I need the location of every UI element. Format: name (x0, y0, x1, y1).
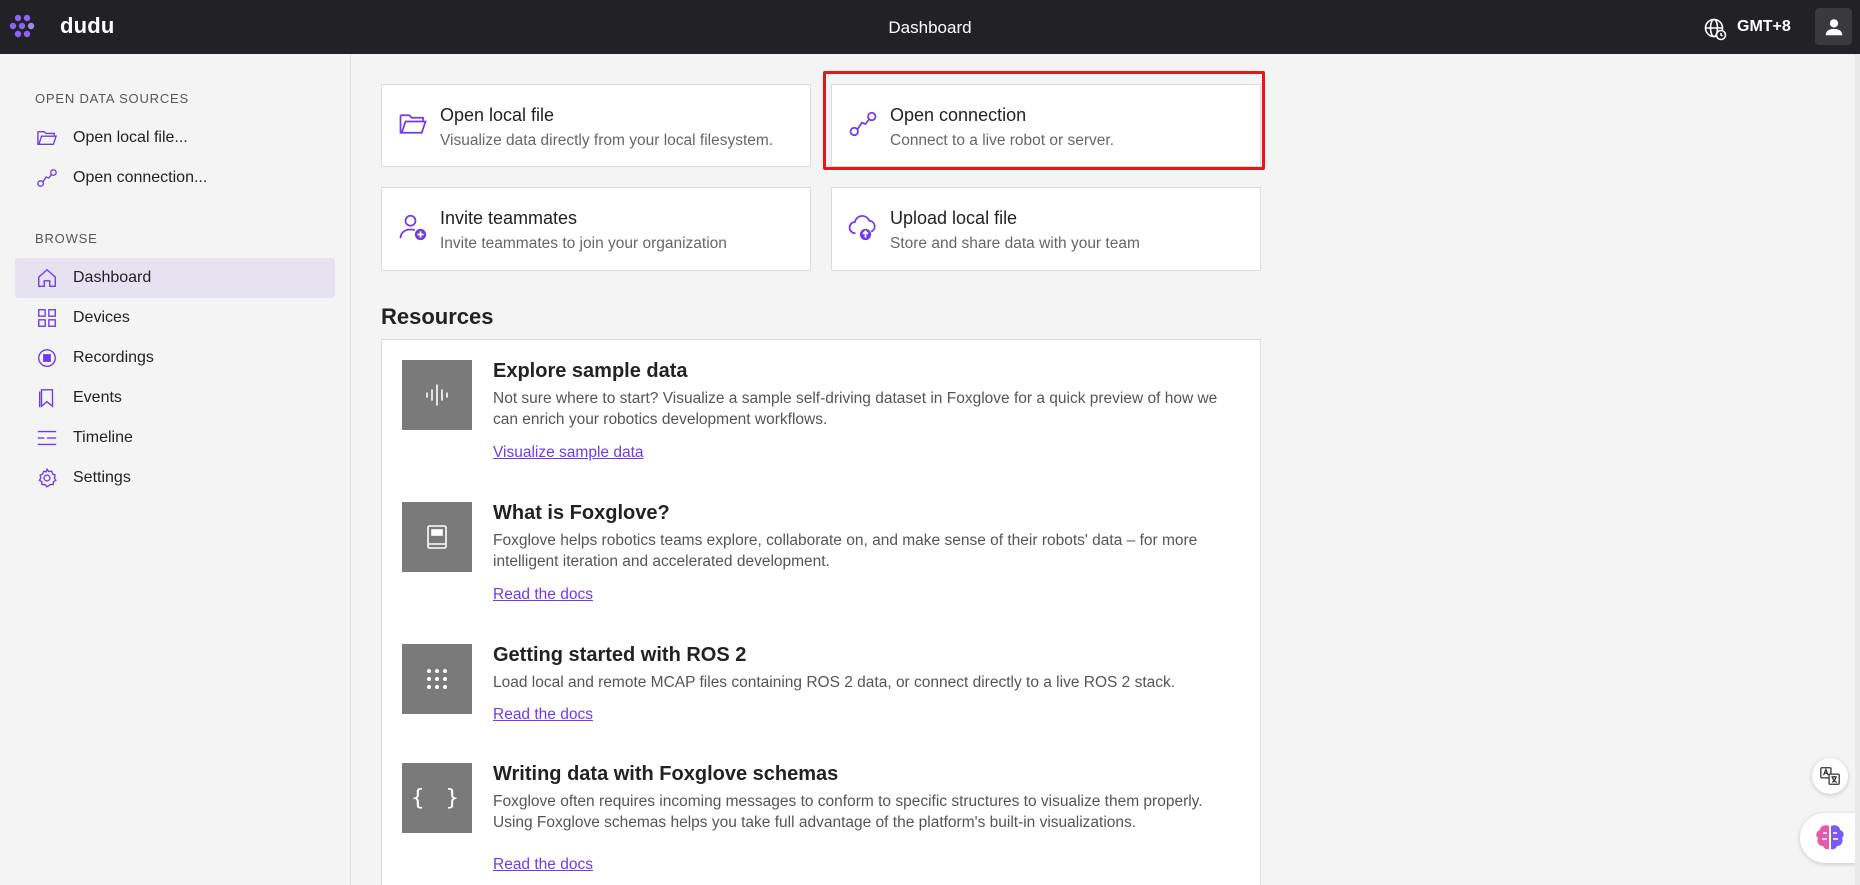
read-the-docs-link[interactable]: Read the docs (493, 856, 593, 874)
sidebar-item-open-local-file[interactable]: Open local file... (15, 118, 335, 158)
brain-icon (1816, 825, 1844, 850)
resource-description: Not sure where to start? Visualize a sam… (493, 390, 1218, 428)
resources-heading: Resources (381, 304, 494, 329)
resource-title: What is Foxglove? (493, 502, 670, 524)
resource-title: Explore sample data (493, 360, 688, 382)
card-title: Open connection (890, 105, 1027, 125)
scrollbar[interactable] (1855, 54, 1860, 885)
open-connection-card[interactable]: Open connection Connect to a live robot … (831, 84, 1261, 167)
sidebar: OPEN DATA SOURCES Open local file... Ope… (0, 54, 351, 885)
sidebar-item-label: Timeline (73, 429, 133, 446)
waveform-icon (402, 360, 472, 430)
globe-clock-icon[interactable] (1703, 17, 1727, 41)
sidebar-item-label: Open local file... (73, 129, 188, 146)
bookmark-icon (35, 386, 59, 410)
translate-icon (1820, 767, 1840, 785)
invite-teammates-card[interactable]: Invite teammates Invite teammates to joi… (381, 187, 811, 271)
card-title: Invite teammates (440, 208, 578, 228)
resource-title: Getting started with ROS 2 (493, 644, 747, 666)
sidebar-item-label: Settings (73, 469, 131, 486)
record-icon (35, 346, 59, 370)
sidebar-item-label: Dashboard (73, 269, 152, 286)
user-icon (1825, 18, 1842, 35)
connection-icon (35, 166, 59, 190)
resource-description: Foxglove often requires incoming message… (493, 793, 1203, 831)
user-menu-button[interactable] (1815, 8, 1852, 45)
home-icon (35, 266, 59, 290)
ai-assistant-button[interactable] (1800, 813, 1860, 863)
upload-local-file-card[interactable]: Upload local file Store and share data w… (831, 187, 1261, 271)
sidebar-item-label: Recordings (73, 349, 154, 366)
add-user-icon (399, 214, 427, 241)
sidebar-item-dashboard[interactable]: Dashboard (15, 258, 335, 298)
card-title: Upload local file (890, 208, 1018, 228)
sidebar-item-recordings[interactable]: Recordings (15, 338, 335, 378)
translate-button[interactable] (1812, 758, 1848, 794)
sidebar-item-devices[interactable]: Devices (15, 298, 335, 338)
timezone-label[interactable]: GMT+8 (1737, 18, 1791, 36)
timeline-icon (35, 426, 59, 450)
sidebar-item-open-connection[interactable]: Open connection... (15, 158, 335, 198)
braces-icon: { } (402, 763, 472, 833)
card-title: Open local file (440, 105, 555, 125)
sidebar-item-settings[interactable]: Settings (15, 458, 335, 498)
card-subtitle: Visualize data directly from your local … (440, 132, 774, 149)
sidebar-item-label: Devices (73, 309, 130, 326)
folder-open-icon (399, 114, 427, 134)
resource-title: Writing data with Foxglove schemas (493, 763, 839, 785)
gear-icon (35, 466, 59, 490)
resource-description: Foxglove helps robotics teams explore, c… (493, 532, 1198, 570)
sidebar-item-events[interactable]: Events (15, 378, 335, 418)
card-subtitle: Connect to a live robot or server. (890, 132, 1115, 149)
dots-grid-icon (402, 644, 472, 714)
section-title-browse: BROWSE (35, 231, 98, 246)
book-icon (402, 502, 472, 572)
cloud-upload-icon (848, 215, 876, 241)
top-bar: dudu Dashboard GMT+8 (0, 0, 1860, 54)
grid-icon (35, 306, 59, 330)
resources-panel: Explore sample data Not sure where to st… (381, 339, 1261, 885)
sidebar-item-label: Events (73, 389, 122, 406)
read-the-docs-link[interactable]: Read the docs (493, 706, 593, 724)
read-the-docs-link[interactable]: Read the docs (493, 586, 593, 604)
card-subtitle: Store and share data with your team (890, 235, 1140, 252)
sidebar-item-label: Open connection... (73, 169, 208, 186)
resource-description: Load local and remote MCAP files contain… (493, 674, 1176, 691)
sidebar-item-timeline[interactable]: Timeline (15, 418, 335, 458)
card-subtitle: Invite teammates to join your organizati… (440, 235, 727, 252)
folder-open-icon (35, 126, 59, 150)
page-title: Dashboard (888, 18, 972, 37)
connection-icon (849, 111, 877, 137)
section-title-open-data-sources: OPEN DATA SOURCES (35, 91, 189, 106)
visualize-sample-data-link[interactable]: Visualize sample data (493, 444, 644, 462)
open-local-file-card[interactable]: Open local file Visualize data directly … (381, 84, 811, 167)
